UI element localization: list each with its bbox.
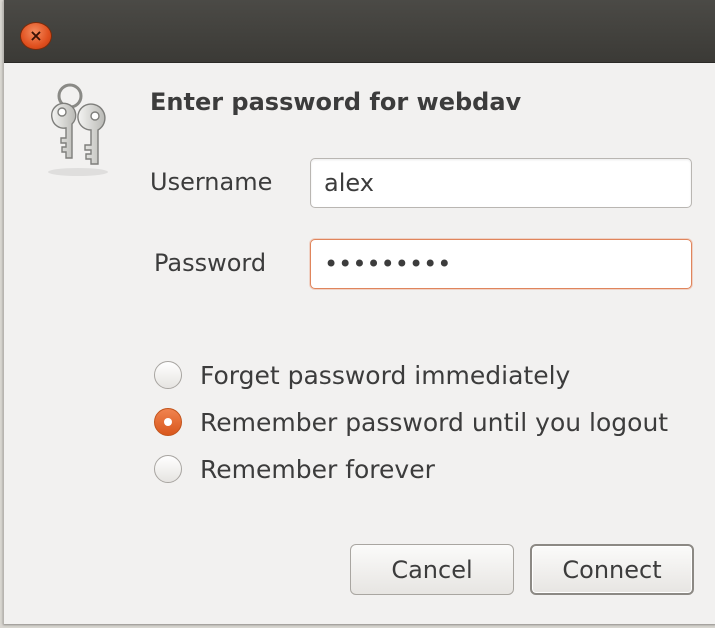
password-field[interactable] <box>310 239 692 289</box>
radio-button[interactable] <box>154 361 182 389</box>
cancel-button[interactable]: Cancel <box>350 544 514 595</box>
radio-forget-immediately[interactable]: Forget password immediately <box>154 358 570 392</box>
radio-label: Forget password immediately <box>200 360 571 390</box>
radio-label: Remember password until you logout <box>200 407 669 437</box>
connect-button[interactable]: Connect <box>530 544 694 595</box>
username-field[interactable] <box>310 158 692 208</box>
radio-label: Remember forever <box>200 454 435 484</box>
dialog-title: Enter password for webdav <box>150 88 522 116</box>
username-label: Username <box>150 168 273 196</box>
password-label: Password <box>154 249 267 277</box>
password-dialog: × Enter password for webdav Username Pas… <box>3 0 715 624</box>
close-icon[interactable]: × <box>20 22 52 50</box>
radio-button[interactable] <box>154 455 182 483</box>
title-bar: × <box>4 0 715 63</box>
radio-button-selected[interactable] <box>154 408 182 436</box>
keys-icon <box>48 83 108 176</box>
radio-remember-until-logout[interactable]: Remember password until you logout <box>154 405 668 439</box>
radio-remember-forever[interactable]: Remember forever <box>154 452 435 486</box>
